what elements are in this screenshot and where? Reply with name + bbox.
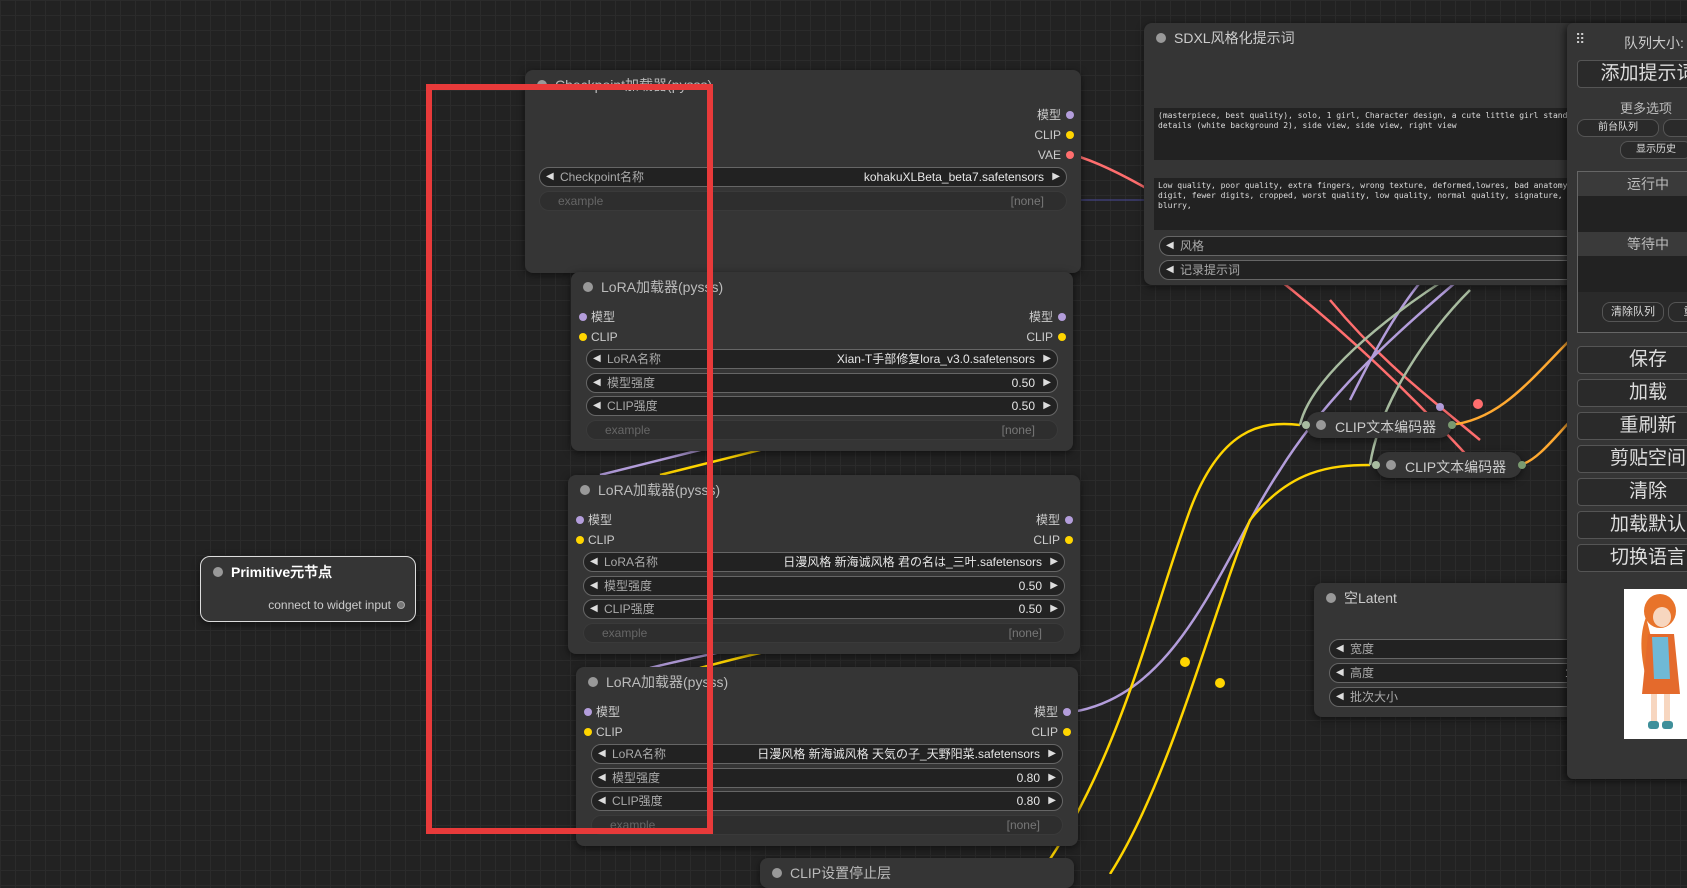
arrow-left-icon[interactable]: ◀	[1336, 688, 1344, 706]
output-model[interactable]: 模型	[1029, 309, 1066, 325]
arrow-right-icon[interactable]: ▶	[1048, 745, 1056, 763]
show-history-button[interactable]: 显示历史	[1620, 141, 1687, 159]
clear-queue-button[interactable]: 清除队列	[1602, 302, 1664, 322]
output-clip[interactable]: CLIP	[1026, 329, 1066, 345]
arrow-left-icon[interactable]: ◀	[1166, 261, 1174, 279]
arrow-right-icon[interactable]: ▶	[1048, 792, 1056, 810]
output-clip[interactable]: CLIP	[1034, 127, 1074, 143]
arrow-left-icon[interactable]: ◀	[1166, 237, 1174, 255]
arrow-right-icon[interactable]: ▶	[1050, 600, 1058, 618]
save-button[interactable]: 保存	[1577, 346, 1687, 374]
output-connect[interactable]: connect to widget input	[268, 597, 405, 613]
output-clip[interactable]: CLIP	[1033, 532, 1073, 548]
output-model[interactable]: 模型	[1034, 704, 1071, 720]
empty-latent-node[interactable]: 空Latent ◀宽度60 ◀高度120 ◀批次大小	[1314, 583, 1594, 717]
clear-button[interactable]: 清除	[1577, 478, 1687, 506]
primitive-node[interactable]: Primitive元节点 connect to widget input	[200, 556, 416, 622]
running-list	[1578, 196, 1687, 232]
side-menu-panel: ⠿ 队列大小: 添加提示词 更多选项 前台队列 显示历史 运行中 等待中 清除队…	[1567, 23, 1687, 779]
output-clip[interactable]: CLIP	[1031, 724, 1071, 740]
collapse-dot-icon[interactable]	[213, 567, 223, 577]
arrow-left-icon[interactable]: ◀	[1336, 640, 1344, 658]
width-widget[interactable]: ◀宽度60	[1329, 639, 1594, 659]
clip-stop-layer-node[interactable]: CLIP设置停止层	[760, 858, 1074, 888]
arrow-right-icon[interactable]: ▶	[1043, 397, 1051, 415]
latent-node-title: 空Latent	[1314, 583, 1594, 613]
batch-size-widget[interactable]: ◀ 批次大小	[1329, 687, 1594, 707]
load-default-button[interactable]: 加载默认	[1577, 511, 1687, 539]
output-vae[interactable]: VAE	[1038, 147, 1074, 163]
clipspace-button[interactable]: 剪贴空间	[1577, 445, 1687, 473]
preview-image	[1624, 589, 1687, 739]
height-widget[interactable]: ◀高度120	[1329, 663, 1594, 683]
arrow-right-icon[interactable]: ▶	[1052, 168, 1060, 186]
arrow-left-icon[interactable]: ◀	[1336, 664, 1344, 682]
arrow-right-icon[interactable]: ▶	[1043, 374, 1051, 392]
load-button[interactable]: 加载	[1577, 379, 1687, 407]
queue-status-panel: 运行中 等待中 清除队列 重	[1577, 171, 1687, 333]
clip-stop-node-title: CLIP设置停止层	[760, 858, 1074, 888]
collapse-dot-icon[interactable]	[1316, 420, 1326, 430]
add-prompt-button[interactable]: 添加提示词	[1577, 60, 1687, 88]
arrow-right-icon[interactable]: ▶	[1050, 553, 1058, 571]
collapse-dot-icon[interactable]	[1156, 33, 1166, 43]
refresh-queue-button[interactable]: 重	[1668, 302, 1687, 322]
pending-list	[1578, 256, 1687, 292]
clip-text-encoder-node[interactable]: CLIP文本编码器	[1372, 452, 1526, 478]
collapse-dot-icon[interactable]	[1326, 593, 1336, 603]
highlight-box	[426, 84, 713, 834]
output-dot[interactable]	[1448, 421, 1456, 429]
arrow-right-icon[interactable]: ▶	[1043, 350, 1051, 368]
primitive-node-title: Primitive元节点	[201, 557, 415, 587]
output-model[interactable]: 模型	[1037, 107, 1074, 123]
refresh-button[interactable]: 重刷新	[1577, 412, 1687, 440]
more-options-toggle[interactable]: 更多选项	[1620, 98, 1672, 117]
arrow-right-icon[interactable]: ▶	[1050, 577, 1058, 595]
front-queue-button[interactable]: 前台队列	[1577, 119, 1659, 137]
input-dot[interactable]	[1302, 421, 1310, 429]
view-queue-button[interactable]	[1663, 119, 1687, 137]
drag-handle-icon[interactable]: ⠿	[1575, 31, 1585, 48]
clip-text-encoder-node[interactable]: CLIP文本编码器	[1302, 412, 1456, 438]
output-dot[interactable]	[1518, 461, 1526, 469]
switch-language-button[interactable]: 切换语言	[1577, 544, 1687, 572]
arrow-right-icon[interactable]: ▶	[1048, 769, 1056, 787]
output-model[interactable]: 模型	[1036, 512, 1073, 528]
collapse-dot-icon[interactable]	[772, 868, 782, 878]
collapse-dot-icon[interactable]	[1386, 460, 1396, 470]
input-dot[interactable]	[1372, 461, 1380, 469]
